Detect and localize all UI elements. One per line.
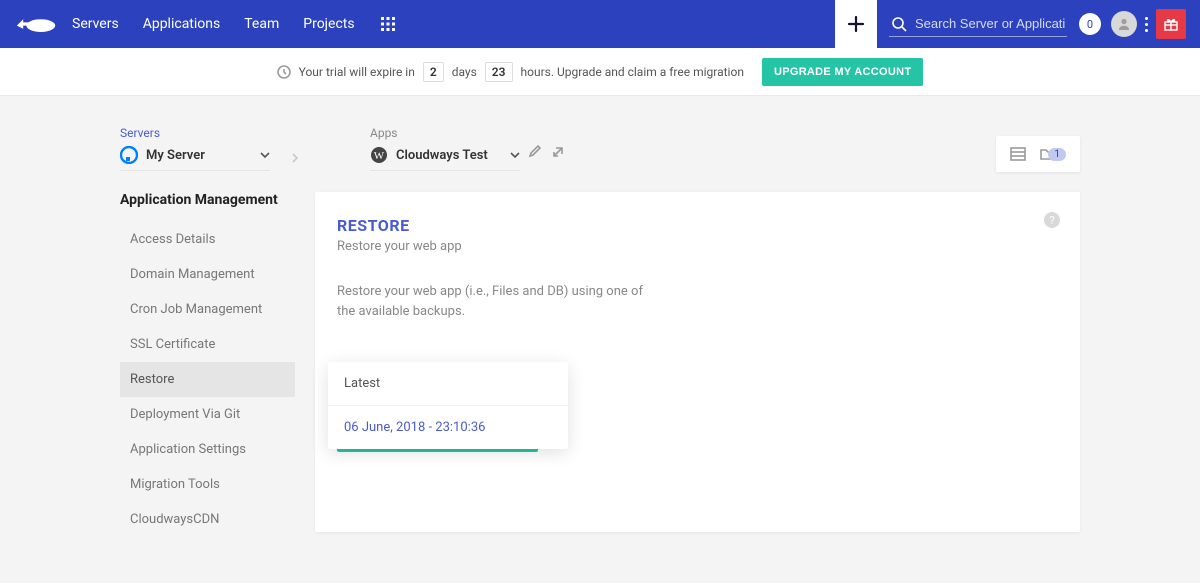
backup-option-latest[interactable]: Latest [328, 362, 568, 405]
view-toolbar: 1 [996, 136, 1080, 172]
more-menu-icon[interactable] [1145, 17, 1148, 32]
edit-icon[interactable] [528, 144, 542, 158]
sidebar-item-migration-tools[interactable]: Migration Tools [120, 467, 295, 502]
folder-count-badge: 1 [1048, 148, 1066, 161]
apps-label: Apps [370, 126, 520, 140]
trial-days: 2 [423, 62, 444, 82]
trial-hours-label: hours. Upgrade and claim a free migratio… [521, 65, 744, 79]
nav-servers[interactable]: Servers [72, 16, 119, 32]
chevron-down-icon[interactable] [260, 150, 270, 160]
servers-label: Servers [120, 126, 270, 140]
sidebar-item-deploy-git[interactable]: Deployment Via Git [120, 397, 295, 432]
clock-icon [277, 65, 291, 79]
list-view-icon[interactable] [1010, 146, 1026, 162]
brand-logo[interactable] [0, 13, 72, 35]
sidebar-title: Application Management [120, 192, 295, 208]
server-name: My Server [146, 148, 205, 163]
trial-hours: 23 [485, 62, 513, 82]
add-button[interactable] [835, 0, 877, 48]
search-icon [891, 16, 907, 32]
user-avatar[interactable] [1111, 11, 1137, 37]
nav-applications[interactable]: Applications [143, 16, 221, 32]
trial-days-label: days [452, 65, 477, 79]
breadcrumb-bar: Servers My Server Apps W Cloudways Test … [0, 96, 1200, 172]
external-link-icon[interactable] [552, 144, 566, 158]
upgrade-account-button[interactable]: UPGRADE MY ACCOUNT [762, 58, 923, 86]
top-nav: Servers Applications Team Projects 0 [0, 0, 1200, 48]
backup-option-timestamp[interactable]: 06 June, 2018 - 23:10:36 [328, 405, 568, 449]
app-selector[interactable]: Apps W Cloudways Test [370, 126, 520, 171]
gift-icon[interactable] [1156, 9, 1186, 39]
sidebar-item-access-details[interactable]: Access Details [120, 222, 295, 257]
svg-text:W: W [374, 150, 385, 162]
trial-prefix: Your trial will expire in [299, 65, 415, 79]
nav-links: Servers Applications Team Projects [72, 16, 355, 32]
sidebar-item-app-settings[interactable]: Application Settings [120, 432, 295, 467]
nav-projects[interactable]: Projects [303, 16, 354, 32]
sidebar: Application Management Access Details Do… [120, 192, 295, 537]
help-icon[interactable]: ? [1044, 212, 1060, 228]
sidebar-item-restore[interactable]: Restore [120, 362, 295, 397]
sidebar-item-domain-management[interactable]: Domain Management [120, 257, 295, 292]
digitalocean-icon [120, 146, 138, 164]
nav-team[interactable]: Team [244, 16, 279, 32]
sidebar-item-cron-job[interactable]: Cron Job Management [120, 292, 295, 327]
trial-banner: Your trial will expire in 2 days 23 hour… [0, 48, 1200, 96]
search-box[interactable] [889, 12, 1067, 37]
restore-title: RESTORE [337, 216, 1058, 235]
chevron-right-icon [290, 153, 300, 163]
restore-description: Restore your web app (i.e., Files and DB… [337, 282, 657, 321]
search-input[interactable] [915, 16, 1065, 31]
apps-grid-icon[interactable] [381, 17, 395, 31]
app-name: Cloudways Test [396, 148, 488, 163]
chevron-down-icon[interactable] [510, 150, 520, 160]
sidebar-item-cdn[interactable]: CloudwaysCDN [120, 502, 295, 537]
sidebar-item-ssl[interactable]: SSL Certificate [120, 327, 295, 362]
restore-subtitle: Restore your web app [337, 239, 1058, 254]
wordpress-icon: W [370, 146, 388, 164]
backup-dropdown[interactable]: Latest 06 June, 2018 - 23:10:36 [328, 362, 568, 449]
user-icon [1117, 17, 1131, 31]
notification-count[interactable]: 0 [1079, 13, 1101, 35]
server-selector[interactable]: Servers My Server [120, 126, 270, 171]
